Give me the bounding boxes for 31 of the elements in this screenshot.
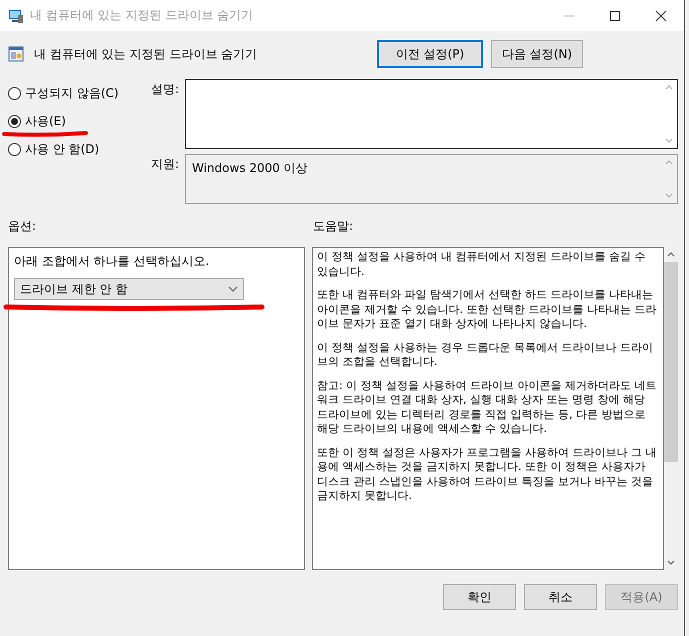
drive-dropdown[interactable]: 드라이브 제한 안 함 [14,278,244,300]
radio-label[interactable]: 구성되지 않음(C) [25,84,119,102]
radio-button[interactable] [8,86,21,100]
computer-icon [8,8,24,24]
help-paragraph: 또한 내 컴퓨터와 파일 탐색기에서 선택한 하드 드라이브를 나타내는 아이콘을 제거할 수 있습니다. 또한 선택한 드라이브를 나타내는 드라이브 문자가 표준 열기 대화 상자에 나타나지 않습니다. [317,288,658,332]
description-label: 설명: [150,81,180,98]
scroll-up-icon[interactable] [667,252,675,257]
dialog-button[interactable]: 확인 [443,584,516,610]
help-label: 도움말: [313,218,354,235]
help-paragraph: 참고: 이 정책 설정을 사용하여 드라이브 아이콘을 제거하더라도 네트워크 드라이브 연결 대화 상자, 실행 대화 상자 또는 명령 창에 해당 드라이브에 있는 디렉터리 경로를 직접 입력하는 등, 다른 방법으로 해당 드라이브의 내용에 액세스할 수 있습니다. [317,378,658,436]
help-paragraph: 또한 이 정책 설정은 사용자가 프로그램을 사용하여 드라이브나 그 내용에 액세스하는 것을 금지하지 못합니다. 또한 이 정책은 사용자가 디스크 관리 스냅인을 사용하여 드라이브 특징을 보거나 바꾸는 것을 금지하지 못합니다. [317,446,658,504]
support-label: 지원: [150,156,180,173]
dialog-button[interactable]: 취소 [524,584,597,610]
nav-button[interactable]: 다음 설정(N) [491,40,583,68]
support-text: Windows 2000 이상 [191,160,309,177]
close-icon[interactable] [655,10,667,22]
window-title: 내 컴퓨터에 있는 지정된 드라이브 숨기기 [30,7,254,24]
options-label: 옵션: [8,218,38,235]
chevron-down-icon [228,286,238,292]
options-prompt: 아래 조합에서 하나를 선택하십시오. [14,253,210,270]
scroll-down-icon[interactable] [667,560,675,565]
maximize-icon[interactable] [609,10,621,22]
policy-icon [8,46,24,62]
radio-label[interactable]: 사용(E) [25,112,66,130]
radio-label[interactable]: 사용 안 함(D) [25,140,100,158]
help-paragraph: 이 정책 설정을 사용하는 경우 드롭다운 목록에서 드라이브나 드라이브의 조합을 선택합니다. [317,340,654,370]
policy-title: 내 컴퓨터에 있는 지정된 드라이브 숨기기 [34,46,258,62]
radio-button[interactable] [8,142,21,156]
nav-button[interactable]: 이전 설정(P) [377,40,483,68]
radio-button[interactable] [8,114,21,128]
help-paragraph: 이 정책 설정을 사용하여 내 컴퓨터에서 지정된 드라이브를 숨길 수 있습니다. [317,250,646,279]
